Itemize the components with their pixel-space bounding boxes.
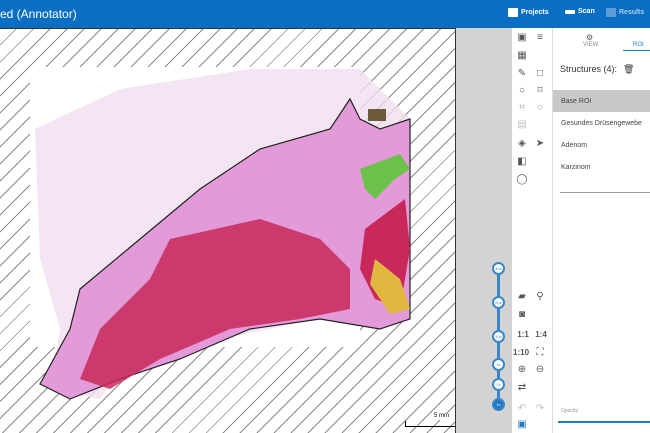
structure-item[interactable]: Adenom xyxy=(553,134,650,156)
ratio-1-10-button[interactable]: 1:10 xyxy=(513,347,529,359)
structures-panel: ⚙ VIEW ROI Structures (4): 🗑 Base ROI Ge… xyxy=(553,28,650,433)
pointer-icon[interactable]: ➤ xyxy=(534,138,546,150)
nav-scan[interactable]: Scan xyxy=(565,8,595,15)
tab-roi[interactable]: ROI xyxy=(633,42,644,48)
fill-icon[interactable]: ◈ xyxy=(516,138,528,150)
circle-icon[interactable]: ○ xyxy=(516,85,528,97)
scan-icon xyxy=(565,9,575,14)
divider xyxy=(560,192,650,193)
viewer-margin xyxy=(455,28,512,433)
nav-projects[interactable]: Projects xyxy=(508,8,549,17)
ratio-1-1-button[interactable]: 1:1 xyxy=(515,329,531,341)
tiles-icon[interactable]: ▤ xyxy=(516,119,528,131)
pencil-icon[interactable]: ✎ xyxy=(516,68,528,80)
sort-icon[interactable]: ≡ xyxy=(534,32,546,44)
zoom-20x[interactable]: 20x xyxy=(492,296,505,309)
tool-sidebar: ▣ ≡ ▦ ✎ □ ○ ⌑ ⌗ ◌ ▤ ◈ ➤ ◧ ◯ ▰ ⚲ ◙ 1:1 1:… xyxy=(512,28,553,433)
ring-icon[interactable]: ◯ xyxy=(516,174,528,186)
redo-icon[interactable]: ↷ xyxy=(534,403,546,415)
zoom-out-icon[interactable]: ⊖ xyxy=(534,364,546,376)
opacity-label: Opacity: xyxy=(561,408,580,414)
save-icon[interactable]: ▣ xyxy=(516,419,528,431)
polygon-icon[interactable]: ⌑ xyxy=(534,85,546,97)
structures-heading: Structures (4): xyxy=(560,64,618,74)
delete-icon[interactable]: 🗑 xyxy=(623,64,634,75)
zoom-10x[interactable]: 10x xyxy=(492,330,505,343)
structure-item[interactable]: Karzinom xyxy=(553,156,650,178)
active-tab-indicator xyxy=(623,50,650,51)
region-icon[interactable]: ⌗ xyxy=(516,102,528,114)
structure-item[interactable]: Gesundes Drüsengewebe xyxy=(553,112,650,134)
scale-bar: 5 mm xyxy=(405,413,455,427)
grid-icon[interactable]: ▦ xyxy=(516,50,528,62)
projects-icon xyxy=(508,8,518,17)
tab-view[interactable]: VIEW xyxy=(583,42,598,48)
opacity-slider[interactable] xyxy=(558,421,650,423)
camera-icon[interactable]: ◙ xyxy=(516,309,528,321)
results-icon xyxy=(606,8,616,17)
slide-viewer[interactable]: 5 mm xyxy=(0,28,455,433)
zoom-in-icon[interactable]: ⊕ xyxy=(516,364,528,376)
swap-icon[interactable]: ⇄ xyxy=(516,382,528,394)
structure-item[interactable]: Base ROI xyxy=(553,90,650,112)
layers-icon[interactable]: ◧ xyxy=(516,156,528,168)
app-title: ed (Annotator) xyxy=(0,7,77,21)
ratio-1-4-button[interactable]: 1:4 xyxy=(533,329,549,341)
zoom-4x[interactable]: 4x xyxy=(492,358,505,371)
nav-results[interactable]: Results xyxy=(606,8,644,17)
fit-screen-icon[interactable]: ⛶ xyxy=(534,347,546,359)
undo-icon[interactable]: ↶ xyxy=(516,403,528,415)
location-icon[interactable]: ⚲ xyxy=(534,291,546,303)
app-header: ed (Annotator) Projects Scan Results xyxy=(0,0,650,28)
comment-icon[interactable]: ▰ xyxy=(516,291,528,303)
tissue-marker xyxy=(368,109,386,121)
image-icon[interactable]: ▣ xyxy=(516,32,528,44)
lasso-icon[interactable]: ◌ xyxy=(534,102,546,114)
gear-icon: ⚙ xyxy=(586,33,594,42)
zoom-40x[interactable]: 40x xyxy=(492,262,505,275)
zoom-1x[interactable]: 1x xyxy=(492,398,505,411)
slide-image xyxy=(30,67,411,400)
zoom-2x[interactable]: 2x xyxy=(492,378,505,391)
rectangle-icon[interactable]: □ xyxy=(534,68,546,80)
